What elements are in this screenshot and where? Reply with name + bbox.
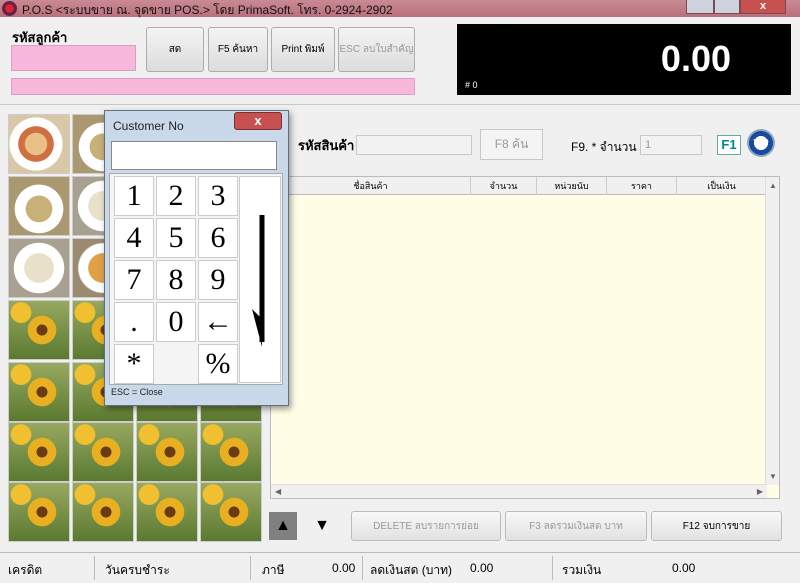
- status-divider: [94, 556, 95, 580]
- status-divider: [250, 556, 251, 580]
- due-date-label: วันครบชำระ: [105, 563, 170, 577]
- product-code-input[interactable]: [356, 135, 472, 155]
- vertical-scrollbar[interactable]: ▲ ▼: [765, 177, 779, 485]
- product-tile[interactable]: [200, 482, 262, 542]
- status-divider: [362, 556, 363, 580]
- print-button[interactable]: Print พิมพ์: [271, 27, 335, 72]
- window-close-button[interactable]: x: [740, 0, 786, 14]
- maximize-button[interactable]: [714, 0, 740, 14]
- window-title: P.O.S <ระบบขาย ณ. จุดขาย POS.> โดย Prima…: [22, 3, 393, 17]
- tax-label: ภาษี: [262, 563, 285, 577]
- column-header-amount[interactable]: เป็นเงิน: [677, 177, 767, 195]
- product-tile[interactable]: [8, 422, 70, 482]
- column-header-name[interactable]: ชื่อสินค้า: [271, 177, 471, 195]
- column-header-qty[interactable]: จำนวน: [471, 177, 537, 195]
- display-amount: 0.00: [660, 38, 731, 79]
- status-bar: เครดิต วันครบชำระ ภาษี 0.00 ลดเงินสด (บา…: [0, 552, 800, 583]
- cash-discount-label: ลดเงินสด (บาท): [370, 563, 453, 577]
- row-down-arrow-icon[interactable]: ▼: [308, 512, 336, 540]
- quantity-label: F9. * จำนวน: [571, 140, 637, 154]
- key-4[interactable]: 4: [114, 218, 154, 258]
- customer-no-keypad-dialog: Customer No x 1 2 3 4 5 6 7 8 9 . 0 ← * …: [104, 110, 289, 406]
- scroll-down-icon[interactable]: ▼: [769, 472, 777, 481]
- product-tile[interactable]: [200, 422, 262, 482]
- keypad-input[interactable]: [111, 141, 277, 170]
- tax-value: 0.00: [332, 561, 356, 575]
- sales-table[interactable]: ชื่อสินค้า จำนวน หน่วยนับ ราคา เป็นเงิน …: [270, 176, 780, 499]
- column-header-unit[interactable]: หน่วยนับ: [537, 177, 607, 195]
- product-tile[interactable]: [72, 482, 134, 542]
- product-tile[interactable]: [8, 482, 70, 542]
- key-5[interactable]: 5: [156, 218, 196, 258]
- key-3[interactable]: 3: [198, 176, 238, 216]
- quantity-input[interactable]: 1: [640, 135, 702, 155]
- product-tile[interactable]: [8, 176, 70, 236]
- status-divider: [552, 556, 553, 580]
- key-1[interactable]: 1: [114, 176, 154, 216]
- keypad-title: Customer No: [113, 119, 184, 133]
- f5-search-button[interactable]: F5 ค้นหา: [208, 27, 268, 72]
- f3-cash-discount-button[interactable]: F3 ลดรวมเงินสด บาท: [505, 511, 647, 541]
- key-asterisk[interactable]: *: [114, 344, 154, 384]
- backspace-key-icon[interactable]: ←: [198, 302, 238, 342]
- amount-display: 0.00 # 0: [457, 24, 791, 95]
- key-dot[interactable]: .: [114, 302, 154, 342]
- f8-search-button[interactable]: F8 ค้น: [480, 129, 543, 160]
- scroll-left-icon[interactable]: ◀: [275, 487, 281, 496]
- total-label: รวมเงิน: [562, 563, 602, 577]
- keypad: 1 2 3 4 5 6 7 8 9 . 0 ← * %: [109, 173, 283, 385]
- f12-finish-sale-button[interactable]: F12 จบการขาย: [651, 511, 782, 541]
- key-2[interactable]: 2: [156, 176, 196, 216]
- scroll-right-icon[interactable]: ▶: [757, 487, 763, 496]
- esc-delete-voucher-button[interactable]: ESC ลบใบสำคัญ: [338, 27, 415, 72]
- customer-name-field[interactable]: [11, 78, 415, 95]
- key-7[interactable]: 7: [114, 260, 154, 300]
- total-value: 0.00: [672, 561, 696, 575]
- app-icon: [2, 1, 17, 16]
- keypad-close-button[interactable]: x: [234, 112, 282, 130]
- product-tile[interactable]: [8, 238, 70, 298]
- key-6[interactable]: 6: [198, 218, 238, 258]
- product-tile[interactable]: [8, 300, 70, 360]
- customer-code-input[interactable]: [11, 45, 136, 71]
- cash-discount-value: 0.00: [470, 561, 494, 575]
- credit-label: เครดิต: [8, 563, 43, 577]
- vdo-icon[interactable]: VDO: [747, 129, 775, 157]
- key-0[interactable]: 0: [156, 302, 196, 342]
- title-bar: P.O.S <ระบบขาย ณ. จุดขาย POS.> โดย Prima…: [0, 0, 800, 17]
- row-up-arrow-icon[interactable]: ▲: [269, 512, 297, 540]
- key-8[interactable]: 8: [156, 260, 196, 300]
- product-code-label: รหัสสินค้า: [298, 138, 355, 153]
- key-percent[interactable]: %: [198, 344, 238, 384]
- key-9[interactable]: 9: [198, 260, 238, 300]
- product-tile[interactable]: [8, 362, 70, 422]
- product-tile[interactable]: [136, 482, 198, 542]
- display-item-count: # 0: [465, 80, 478, 90]
- product-tile[interactable]: [72, 422, 134, 482]
- keypad-status-text: ESC = Close: [111, 387, 163, 397]
- table-header: ชื่อสินค้า จำนวน หน่วยนับ ราคา เป็นเงิน: [271, 177, 767, 195]
- delete-line-button[interactable]: DELETE ลบรายการย่อย: [351, 511, 501, 541]
- column-header-price[interactable]: ราคา: [607, 177, 677, 195]
- enter-arrow-icon: [252, 215, 265, 347]
- scroll-up-icon[interactable]: ▲: [769, 181, 777, 190]
- product-tile[interactable]: [8, 114, 70, 174]
- minimize-button[interactable]: [686, 0, 714, 14]
- enter-key[interactable]: [239, 176, 281, 383]
- product-tile[interactable]: [136, 422, 198, 482]
- horizontal-scrollbar[interactable]: ◀ ▶: [271, 484, 767, 498]
- header-divider: [0, 104, 800, 105]
- cash-button[interactable]: สด: [146, 27, 204, 72]
- f1-help-icon[interactable]: F1: [717, 135, 741, 155]
